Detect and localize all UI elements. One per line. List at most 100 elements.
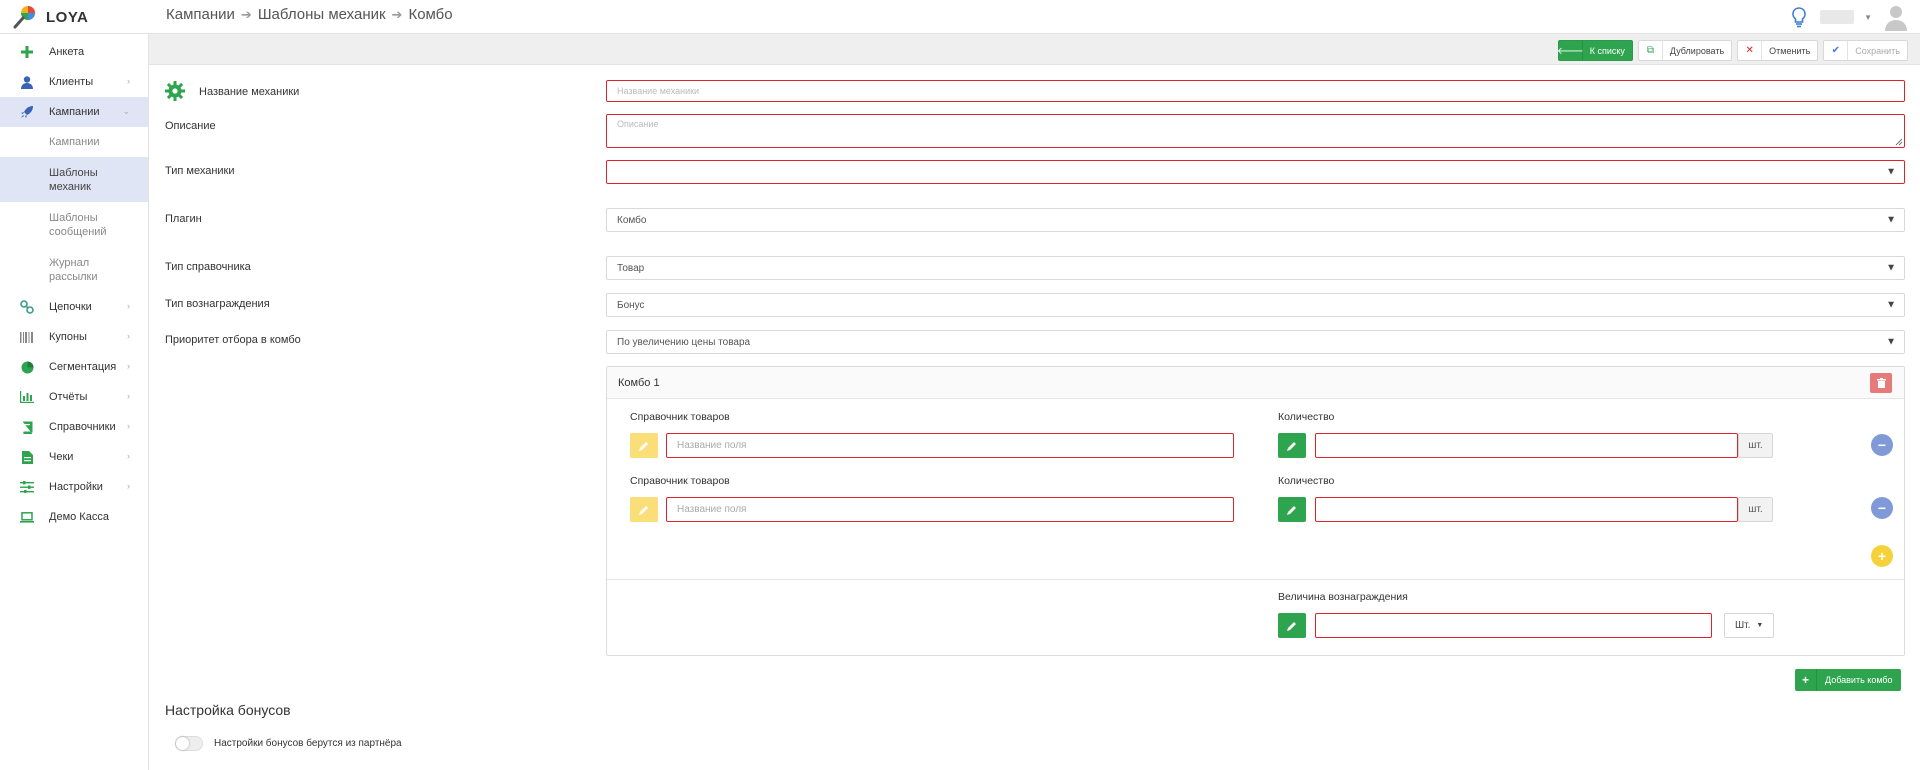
select-value: По увеличению цены товара: [617, 336, 751, 348]
sliders-icon: [20, 480, 34, 494]
document-icon: [20, 450, 34, 464]
quantity-label: Количество: [1278, 475, 1335, 487]
directory-type-select[interactable]: Товар ▼: [606, 256, 1905, 280]
edit-product-directory-button[interactable]: [630, 497, 658, 522]
remove-row-button[interactable]: −: [1871, 434, 1893, 456]
quantity-input[interactable]: [1315, 497, 1738, 522]
plus-icon: +: [1877, 548, 1887, 564]
mechanic-name-input[interactable]: Название механики: [606, 80, 1905, 102]
combo-header: Комбо 1: [607, 367, 1904, 399]
reward-unit-select[interactable]: Шт. ▼: [1724, 613, 1774, 638]
pie-chart-icon: [20, 360, 34, 374]
sidebar-item-campaigns[interactable]: Кампании ⌄: [0, 97, 148, 127]
to-list-button[interactable]: 🡐 К списку: [1557, 40, 1633, 61]
edit-quantity-button[interactable]: [1278, 433, 1306, 458]
reward-amount-label: Величина вознаграждения: [1278, 591, 1408, 603]
product-directory-input[interactable]: Название поля: [666, 433, 1234, 458]
sidebar-item-coupons[interactable]: Купоны ›: [0, 322, 148, 352]
remove-row-button[interactable]: −: [1871, 497, 1893, 519]
sidebar-item-reports[interactable]: Отчёты ›: [0, 382, 148, 412]
combo-divider: [607, 579, 1904, 580]
combo-priority-label: Приоритет отбора в комбо: [165, 334, 301, 346]
plugin-select[interactable]: Комбо ▼: [606, 208, 1905, 232]
select-value: Комбо: [617, 214, 647, 226]
add-combo-button[interactable]: + Добавить комбо: [1795, 669, 1901, 691]
barcode-icon: [20, 330, 34, 344]
chevron-down-icon: ⌄: [122, 106, 130, 116]
placeholder: Название поля: [677, 440, 747, 451]
avatar[interactable]: [1882, 3, 1910, 31]
arrow-left-icon: 🡐: [1557, 41, 1584, 60]
minus-icon: −: [1877, 500, 1887, 516]
sidebar-item-label: Клиенты: [49, 76, 94, 88]
bonus-from-partner-toggle[interactable]: [175, 736, 203, 751]
resize-handle-icon[interactable]: [1895, 138, 1903, 146]
edit-quantity-button[interactable]: [1278, 497, 1306, 522]
delete-combo-button[interactable]: [1870, 373, 1892, 393]
sidebar-subitem-message-templates[interactable]: Шаблоны сообщений: [0, 202, 148, 247]
select-value: Товар: [617, 262, 645, 274]
sidebar-subitem-label: Журнал рассылки: [49, 256, 98, 283]
placeholder: Название поля: [677, 504, 747, 515]
sidebar-subitem-campaigns[interactable]: Кампании: [0, 127, 148, 157]
sidebar-item-chains[interactable]: Цепочки ›: [0, 292, 148, 322]
sidebar-item-anketa[interactable]: Анкета: [0, 37, 148, 67]
chevron-right-icon: ›: [127, 481, 130, 491]
sidebar-item-segmentation[interactable]: Сегментация ›: [0, 352, 148, 382]
action-toolbar: 🡐 К списку ⧉ Дублировать ✕ Отменить ✔ Со…: [149, 34, 1920, 65]
dropdown-arrow-icon: ▼: [1886, 262, 1896, 274]
breadcrumb: Кампании ➔ Шаблоны механик ➔ Комбо: [166, 6, 453, 23]
sidebar-item-directories[interactable]: Справочники ›: [0, 412, 148, 442]
sidebar-subitem-mechanic-templates[interactable]: Шаблоны механик: [0, 157, 148, 202]
sidebar: Анкета Клиенты › Кампании ⌄ Кампании Шаб…: [0, 34, 149, 770]
mechanic-type-select[interactable]: ▼: [606, 160, 1905, 184]
reward-amount-input[interactable]: [1315, 613, 1712, 638]
button-label: Сохранить: [1855, 45, 1900, 56]
placeholder: Название механики: [617, 86, 700, 96]
cancel-button[interactable]: ✕ Отменить: [1737, 40, 1819, 61]
sidebar-item-receipts[interactable]: Чеки ›: [0, 442, 148, 472]
chevron-right-icon: ›: [127, 391, 130, 401]
reward-type-select[interactable]: Бонус ▼: [606, 293, 1905, 317]
combo-priority-select[interactable]: По увеличению цены товара ▼: [606, 330, 1905, 354]
laptop-icon: [20, 510, 34, 524]
sidebar-item-label: Кампании: [49, 106, 100, 118]
app-logo[interactable]: LOYA: [12, 4, 88, 30]
breadcrumb-item: Комбо: [408, 6, 453, 23]
quantity-unit: шт.: [1738, 433, 1773, 458]
product-directory-label: Справочник товаров: [630, 411, 730, 423]
edit-reward-button[interactable]: [1278, 613, 1306, 638]
breadcrumb-item[interactable]: Кампании: [166, 6, 235, 23]
sidebar-subitem-mailing-log[interactable]: Журнал рассылки: [0, 247, 148, 292]
product-directory-label: Справочник товаров: [630, 475, 730, 487]
save-button[interactable]: ✔ Сохранить: [1823, 40, 1908, 61]
add-row-button[interactable]: +: [1871, 545, 1893, 567]
sidebar-item-demo-cashbox[interactable]: Демо Касса: [0, 502, 148, 532]
breadcrumb-item[interactable]: Шаблоны механик: [258, 6, 386, 23]
top-right-tools: ▼: [1788, 3, 1910, 31]
button-label: Добавить комбо: [1825, 675, 1893, 685]
user-name[interactable]: [1820, 10, 1855, 24]
description-textarea[interactable]: Описание: [606, 114, 1905, 148]
chevron-down-icon[interactable]: ▼: [1864, 13, 1872, 22]
quantity-label: Количество: [1278, 411, 1335, 423]
lightbulb-icon[interactable]: [1788, 4, 1810, 30]
minus-icon: −: [1877, 437, 1887, 453]
chevron-right-icon: ›: [127, 421, 130, 431]
product-directory-input[interactable]: Название поля: [666, 497, 1234, 522]
pencil-icon: [639, 505, 648, 515]
plus-icon: +: [1795, 669, 1817, 691]
duplicate-button[interactable]: ⧉ Дублировать: [1637, 40, 1733, 61]
top-bar: LOYA Кампании ➔ Шаблоны механик ➔ Комбо …: [0, 0, 1920, 34]
select-value: Шт.: [1735, 620, 1751, 631]
sidebar-item-clients[interactable]: Клиенты ›: [0, 67, 148, 97]
button-label: Отменить: [1769, 45, 1811, 56]
chevron-down-icon: ▼: [1756, 622, 1764, 629]
sidebar-subitem-label: Кампании: [49, 136, 100, 148]
sidebar-item-settings[interactable]: Настройки ›: [0, 472, 148, 502]
dropdown-arrow-icon: ▼: [1886, 166, 1896, 178]
mechanic-type-label: Тип механики: [165, 165, 235, 177]
quantity-input[interactable]: [1315, 433, 1738, 458]
edit-product-directory-button[interactable]: [630, 433, 658, 458]
app-name: LOYA: [46, 8, 89, 26]
